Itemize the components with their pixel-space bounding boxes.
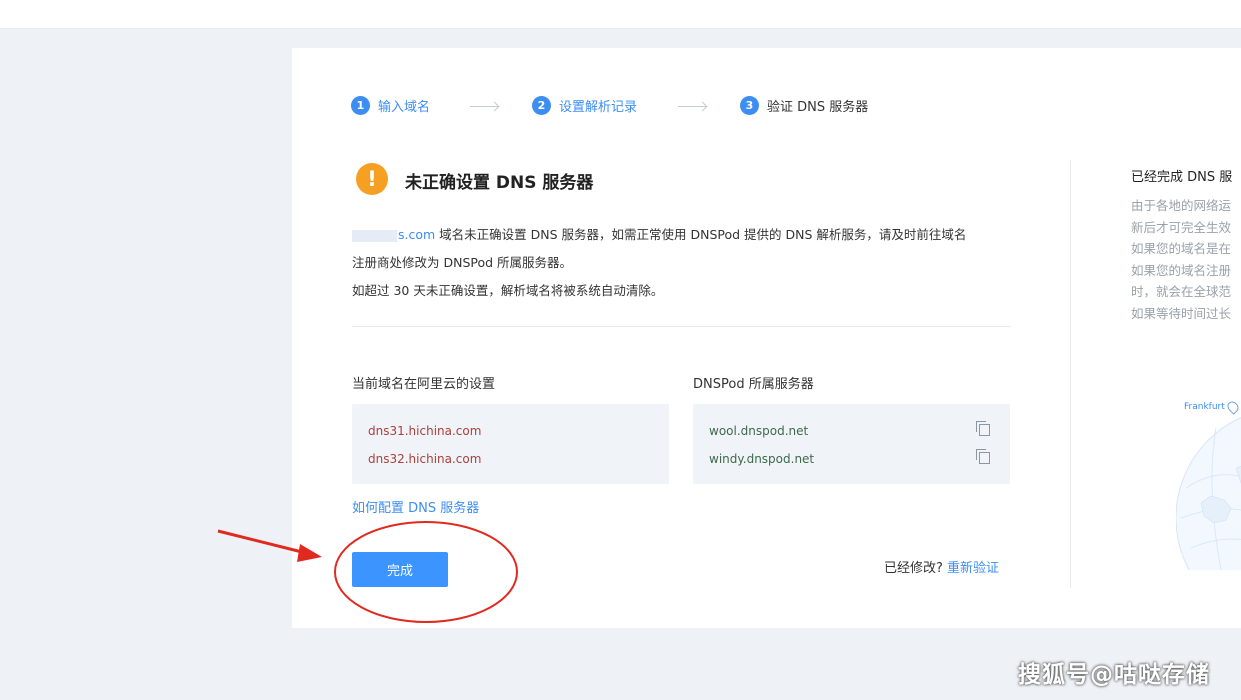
how-to-configure-dns-link[interactable]: 如何配置 DNS 服务器 bbox=[352, 497, 479, 516]
dnspod-nameservers-box: wool.dnspod.net windy.dnspod.net bbox=[693, 404, 1010, 484]
step-2-number: 2 bbox=[532, 96, 551, 115]
dnspod-nameserver-1: wool.dnspod.net bbox=[709, 424, 809, 438]
map-label: Frankfurt bbox=[1184, 402, 1225, 412]
step-2: 2 设置解析记录 bbox=[532, 96, 637, 115]
step-arrow-icon bbox=[678, 106, 706, 107]
current-nameserver-1: dns31.hichina.com bbox=[368, 424, 482, 438]
main-card: 1 输入域名 2 设置解析记录 3 验证 DNS 服务器 ! 未正确设置 DNS… bbox=[292, 48, 1241, 628]
step-3: 3 验证 DNS 服务器 bbox=[740, 96, 868, 115]
step-3-label: 验证 DNS 服务器 bbox=[767, 100, 869, 115]
step-2-label: 设置解析记录 bbox=[559, 100, 638, 115]
side-line: 如果您的域名注册 bbox=[1131, 262, 1232, 278]
side-line: 如果您的域名是在 bbox=[1131, 241, 1232, 256]
side-line: 如果等待时间过长 bbox=[1131, 305, 1232, 321]
globe-map-icon bbox=[1176, 408, 1241, 570]
side-line: 由于各地的网络运 bbox=[1131, 198, 1232, 213]
top-bar bbox=[0, 0, 1241, 29]
current-settings-title: 当前域名在阿里云的设置 bbox=[352, 377, 496, 392]
reverify-link[interactable]: 重新验证 bbox=[947, 561, 999, 576]
copy-icon[interactable] bbox=[976, 421, 990, 436]
description-line-1: s.com 域名未正确设置 DNS 服务器，如需正常使用 DNSPod 提供的 … bbox=[352, 221, 1022, 249]
side-panel-text: 由于各地的网络运 新后才可完全生效 如果您的域名是在 如果您的域名注册 时，就会… bbox=[1131, 195, 1231, 324]
modified-question: 已经修改? bbox=[884, 561, 943, 576]
description-line-3: 如超过 30 天未正确设置，解析域名将被系统自动清除。 bbox=[352, 283, 664, 298]
vertical-divider bbox=[1070, 160, 1071, 588]
warning-icon: ! bbox=[356, 163, 388, 195]
step-1: 1 输入域名 bbox=[351, 96, 430, 115]
step-1-number: 1 bbox=[351, 96, 370, 115]
dnspod-nameserver-2: windy.dnspod.net bbox=[709, 452, 815, 466]
step-3-number: 3 bbox=[740, 96, 759, 115]
step-arrow-icon bbox=[470, 106, 498, 107]
description-line-2: 注册商处修改为 DNSPod 所属服务器。 bbox=[352, 255, 573, 270]
side-panel-title: 已经完成 DNS 服 bbox=[1131, 170, 1233, 185]
copy-icon[interactable] bbox=[976, 449, 990, 464]
description: s.com 域名未正确设置 DNS 服务器，如需正常使用 DNSPod 提供的 … bbox=[352, 221, 1022, 305]
watermark: 搜狐号@咕哒存储 bbox=[1018, 662, 1210, 688]
done-button[interactable]: 完成 bbox=[352, 552, 448, 587]
divider bbox=[352, 326, 1010, 327]
redacted-domain bbox=[352, 229, 397, 242]
side-line: 时，就会在全球范 bbox=[1131, 284, 1232, 299]
status-title: 未正确设置 DNS 服务器 bbox=[405, 173, 594, 193]
dnspod-servers-title: DNSPod 所属服务器 bbox=[693, 377, 814, 392]
description-line-1-text: 域名未正确设置 DNS 服务器，如需正常使用 DNSPod 提供的 DNS 解析… bbox=[435, 227, 967, 242]
step-1-label: 输入域名 bbox=[378, 100, 431, 115]
modified-prompt: 已经修改? 重新验证 bbox=[884, 557, 999, 576]
side-line: 新后才可完全生效 bbox=[1131, 219, 1232, 235]
current-nameserver-2: dns32.hichina.com bbox=[368, 452, 482, 466]
domain-name: s.com bbox=[398, 227, 436, 242]
current-nameservers-box: dns31.hichina.com dns32.hichina.com bbox=[352, 404, 669, 484]
